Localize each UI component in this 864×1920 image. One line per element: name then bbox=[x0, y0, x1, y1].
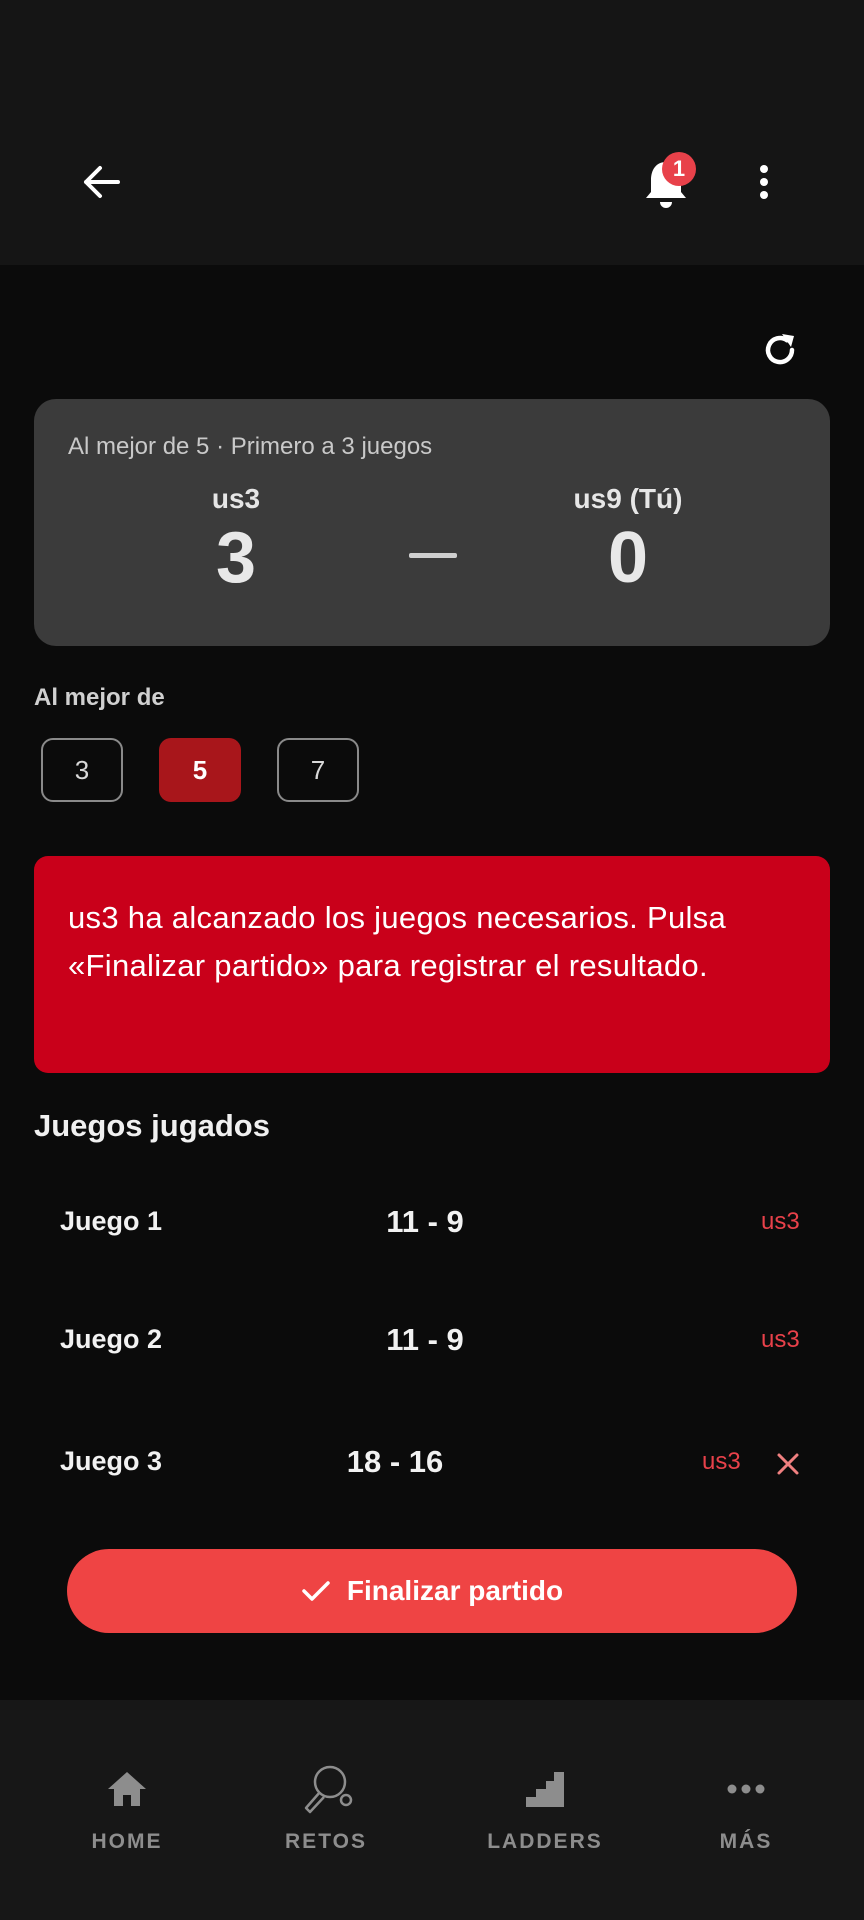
alert-message: us3 ha alcanzado los juegos necesarios. … bbox=[68, 900, 727, 983]
game-score: 11 - 9 bbox=[386, 1204, 464, 1239]
player2-score: 0 bbox=[607, 518, 649, 598]
stairs-icon bbox=[524, 1762, 566, 1816]
back-button[interactable] bbox=[72, 156, 132, 208]
player2-name: us9 (Tú) bbox=[573, 483, 683, 514]
game-winner: us3 bbox=[761, 1326, 800, 1353]
scoreboard-card: Al mejor de 5 · Primero a 3 juegos us3 3… bbox=[34, 399, 830, 646]
match-format-text: Al mejor de 5 · Primero a 3 juegos bbox=[68, 433, 433, 460]
game-name: Juego 2 bbox=[60, 1324, 163, 1354]
game-score: 18 - 16 bbox=[346, 1444, 444, 1479]
best-of-3-button[interactable]: 3 bbox=[41, 738, 123, 802]
refresh-icon bbox=[765, 334, 795, 365]
more-options-button[interactable] bbox=[740, 156, 788, 208]
close-icon bbox=[777, 1453, 799, 1475]
nav-item-mas[interactable]: MÁS bbox=[656, 1762, 836, 1872]
best-of-5-button[interactable]: 5 bbox=[159, 738, 241, 802]
game-score: 11 - 9 bbox=[386, 1322, 464, 1357]
bottom-navigation: HOME RETOS LADDERS MÁS bbox=[0, 1700, 864, 1920]
match-won-alert: us3 ha alcanzado los juegos necesarios. … bbox=[34, 856, 830, 1073]
nav-item-retos[interactable]: RETOS bbox=[236, 1762, 416, 1872]
game-winner: us3 bbox=[702, 1448, 741, 1475]
arrow-left-icon bbox=[84, 166, 120, 198]
check-icon bbox=[302, 1581, 330, 1601]
nav-label-mas: MÁS bbox=[719, 1830, 773, 1853]
nav-label-home: HOME bbox=[91, 1830, 163, 1853]
game-winner: us3 bbox=[761, 1208, 800, 1235]
games-played-title: Juegos jugados bbox=[34, 1108, 270, 1143]
game-name: Juego 3 bbox=[60, 1446, 163, 1476]
nav-item-ladders[interactable]: LADDERS bbox=[455, 1762, 635, 1872]
finish-match-label: Finalizar partido bbox=[346, 1575, 564, 1606]
finish-match-button[interactable]: Finalizar partido bbox=[67, 1549, 797, 1633]
player1-score: 3 bbox=[215, 518, 257, 598]
home-icon bbox=[105, 1762, 149, 1816]
player1-name: us3 bbox=[211, 483, 261, 514]
nav-label-ladders: LADDERS bbox=[487, 1830, 603, 1853]
delete-game-button[interactable] bbox=[768, 1444, 808, 1484]
dots-icon bbox=[726, 1762, 766, 1816]
notification-badge: 1 bbox=[662, 152, 696, 186]
best-of-label: Al mejor de bbox=[34, 684, 165, 711]
game-row: Juego 3 18 - 16 us3 bbox=[34, 1424, 830, 1504]
game-name: Juego 1 bbox=[60, 1206, 163, 1236]
best-of-7-button[interactable]: 7 bbox=[277, 738, 359, 802]
game-row: Juego 2 11 - 9 us3 bbox=[34, 1302, 830, 1382]
refresh-button[interactable] bbox=[752, 322, 808, 378]
nav-item-home[interactable]: HOME bbox=[37, 1762, 217, 1872]
vertical-dots-icon bbox=[760, 165, 768, 199]
paddle-icon bbox=[298, 1762, 354, 1816]
score-separator bbox=[409, 553, 457, 558]
nav-label-retos: RETOS bbox=[285, 1830, 367, 1853]
top-app-bar: 1 bbox=[0, 0, 864, 265]
game-row: Juego 1 11 - 9 us3 bbox=[34, 1184, 830, 1264]
